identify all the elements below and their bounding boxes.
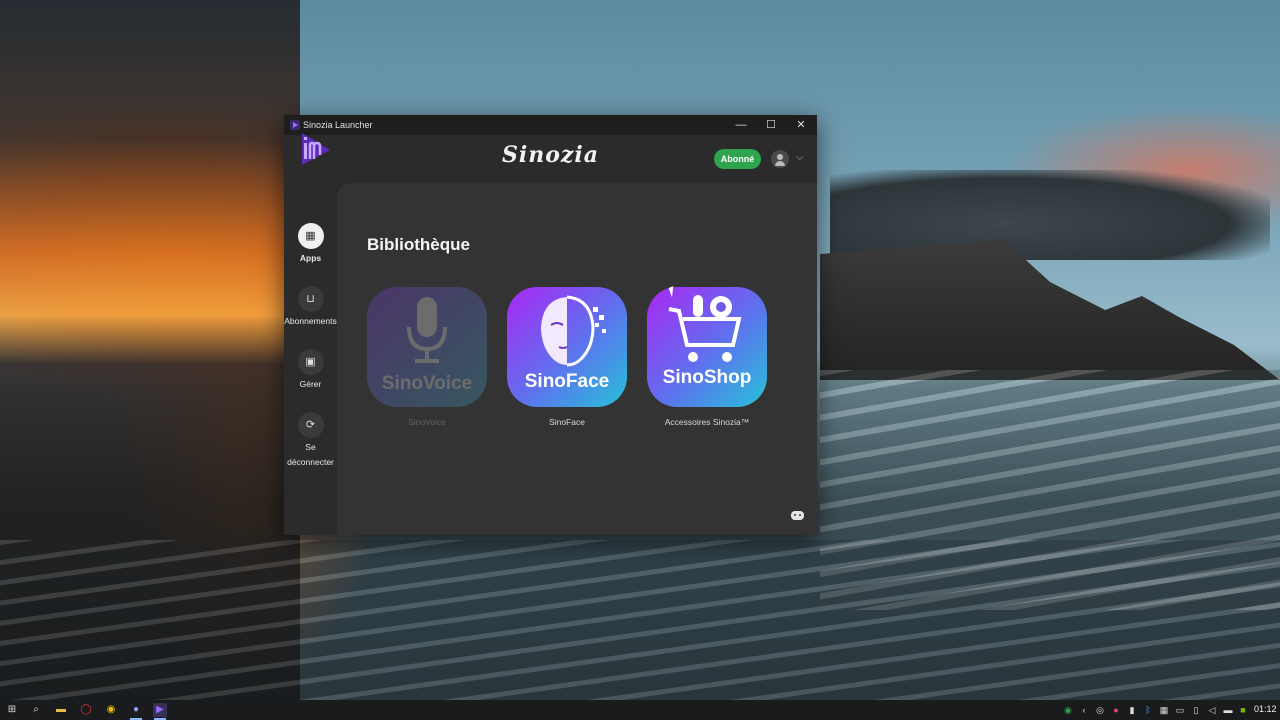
taskbar-clock[interactable]: 01:12 — [1254, 704, 1277, 714]
wallpaper-waves — [0, 540, 1280, 700]
tray-network-icon[interactable]: ‹ — [1079, 703, 1089, 717]
minimize-button[interactable]: — — [726, 115, 756, 135]
app-label: SinoFace — [549, 417, 585, 427]
opera-icon[interactable]: ◯ — [79, 703, 93, 717]
wallpaper-cloud — [830, 170, 1270, 260]
wallet-icon: ▣ — [297, 349, 324, 375]
tray-security-icon[interactable]: ▦ — [1159, 703, 1169, 717]
window-titlebar[interactable]: Sinozia Launcher — ☐ ✕ — [284, 115, 817, 135]
app-tile: SinoFace — [507, 287, 627, 407]
tray-bluetooth-icon[interactable]: ᛒ — [1143, 703, 1153, 717]
chevron-down-icon[interactable]: ⌵ — [796, 152, 804, 163]
subscription-status-badge[interactable]: Abonné — [714, 149, 761, 169]
tray-language-icon[interactable]: ▬ — [1223, 703, 1233, 717]
discord-taskbar-icon[interactable]: ● — [129, 703, 143, 720]
sidebar: ▦ Apps ⊔ Abonnements ▣ Gérer ⟳ Se déconn… — [284, 183, 337, 535]
maximize-button[interactable]: ☐ — [756, 115, 786, 135]
logout-icon: ⟳ — [297, 412, 324, 438]
tray-microphone-icon[interactable]: ▮ — [1127, 703, 1137, 717]
app-card-sinovoice[interactable]: SinoVoice SinoVoice — [367, 287, 487, 427]
app-card-sinoshop[interactable]: SinoShop Accessoires Sinozia™ — [647, 287, 767, 427]
main-content: Bibliothèque SinoVoice SinoVoice SinoFac… — [337, 183, 817, 535]
windows-start-icon[interactable]: ⊞ — [5, 703, 19, 717]
sidebar-item-apps[interactable]: ▦ Apps — [284, 223, 337, 263]
sidebar-item-gerer[interactable]: ▣ Gérer — [284, 349, 337, 389]
sidebar-item-abonnements[interactable]: ⊔ Abonnements — [284, 286, 337, 326]
user-avatar-icon[interactable] — [771, 150, 789, 168]
file-explorer-icon[interactable]: ▬ — [54, 703, 68, 717]
app-card-sinoface[interactable]: SinoFace SinoFace — [507, 287, 627, 427]
tray-shield-icon[interactable]: ◉ — [1063, 703, 1073, 717]
cart-icon: ⊔ — [297, 286, 324, 312]
app-tile-text: SinoVoice — [381, 373, 473, 394]
tray-volume-icon[interactable]: ◁ — [1207, 703, 1217, 717]
launcher-window: Sinozia Launcher — ☐ ✕ Sinozia Abonné ⌵ … — [284, 115, 817, 535]
app-label: Accessoires Sinozia™ — [664, 417, 750, 427]
app-window-icon — [290, 120, 300, 130]
app-tile-text: SinoFace — [524, 371, 610, 392]
tray-steam-icon[interactable]: ◎ — [1095, 703, 1105, 717]
page-title: Bibliothèque — [367, 235, 470, 254]
app-tile: SinoShop — [647, 287, 767, 407]
sidebar-item-label: Gérer — [299, 379, 322, 389]
app-tile-text: SinoShop — [662, 367, 752, 388]
sidebar-item-label-line2: déconnecter — [287, 457, 334, 467]
window-title: Sinozia Launcher — [303, 120, 373, 130]
sidebar-item-logout[interactable]: ⟳ Se déconnecter — [284, 412, 337, 467]
tray-usb-icon[interactable]: ▯ — [1191, 703, 1201, 717]
tray-app-icon[interactable]: ● — [1111, 703, 1121, 717]
shopping-cart-icon — [668, 295, 742, 362]
app-tile: SinoVoice — [367, 287, 487, 407]
sidebar-item-label: Abonnements — [284, 316, 337, 326]
taskbar: ⊞ ⌕ ▬ ◯ ◉ ● ▶ ◉ ‹ ◎ ● ▮ ᛒ ▦ ▭ ▯ ◁ ▬ ■ 01… — [0, 700, 1280, 720]
tray-monitor-icon[interactable]: ▭ — [1175, 703, 1185, 717]
close-button[interactable]: ✕ — [786, 115, 816, 135]
search-icon[interactable]: ⌕ — [29, 703, 43, 717]
grid-icon: ▦ — [297, 223, 324, 249]
chrome-icon[interactable]: ◉ — [104, 703, 118, 717]
app-label: SinoVoice — [408, 417, 446, 427]
tray-nvidia-icon[interactable]: ■ — [1238, 703, 1248, 717]
discord-icon[interactable] — [791, 511, 804, 520]
sidebar-item-label: Apps — [299, 253, 322, 263]
sidebar-item-label: Se — [305, 442, 316, 452]
sinozia-launcher-taskbar-icon[interactable]: ▶ — [153, 703, 167, 720]
